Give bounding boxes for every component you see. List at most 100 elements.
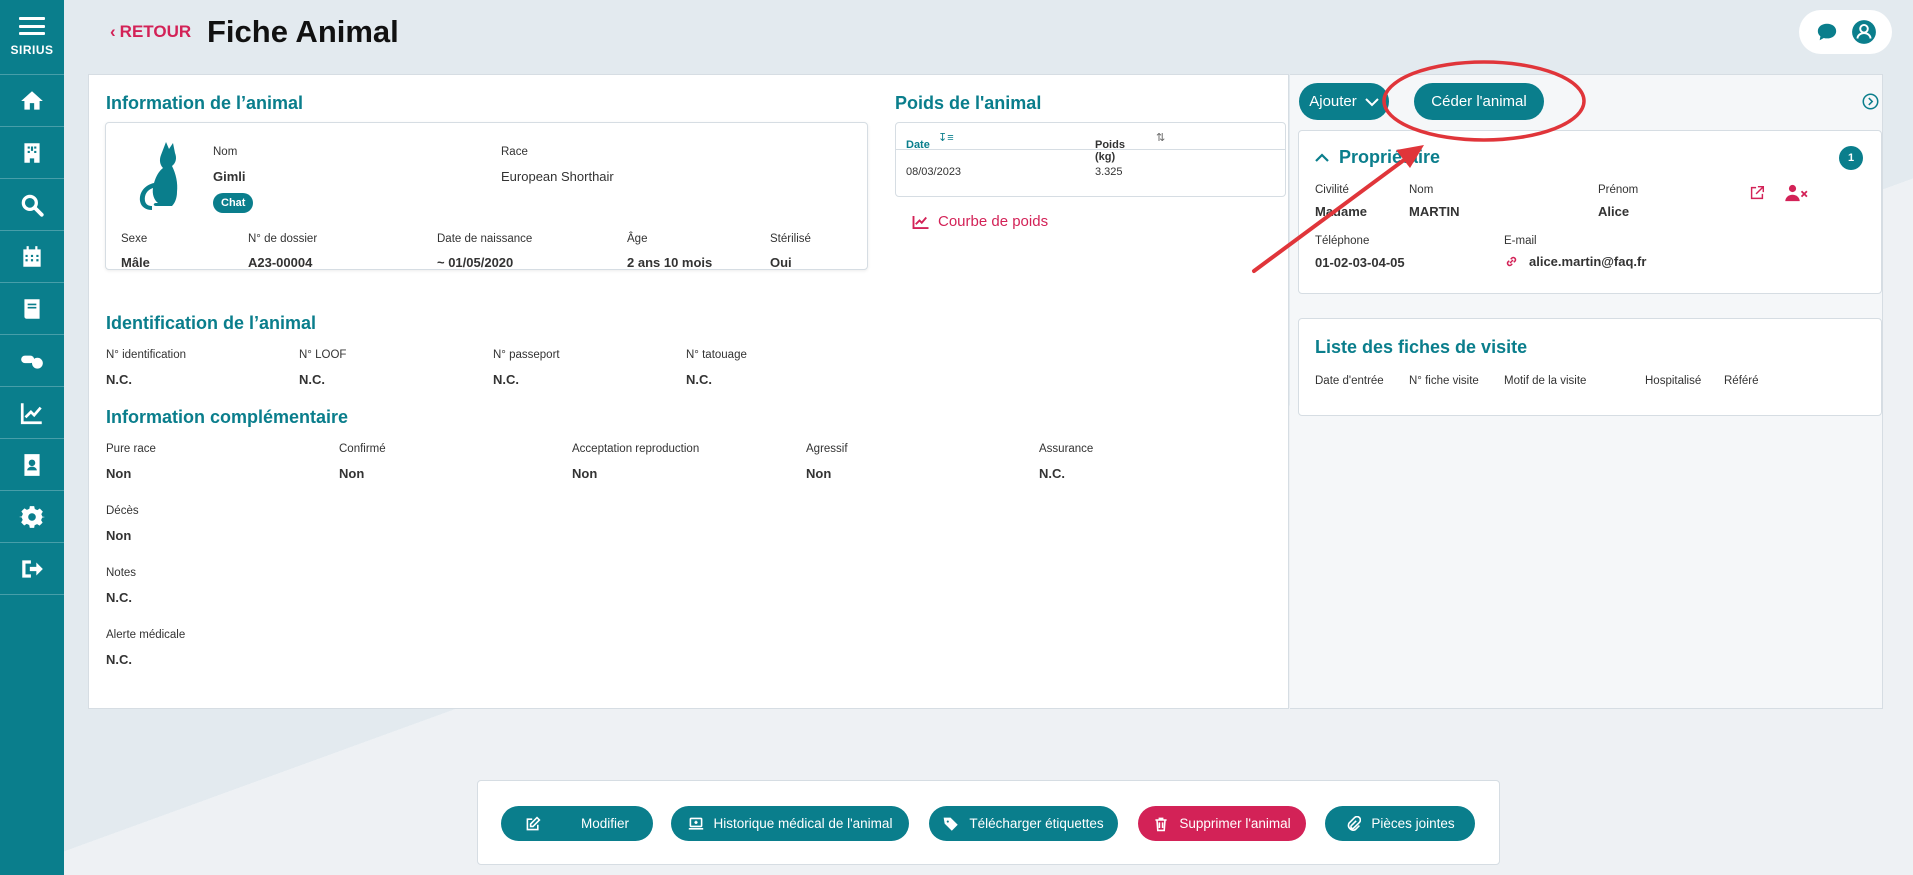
etiquettes-button[interactable]: Télécharger étiquettes xyxy=(929,806,1118,841)
prenom-value: Alice xyxy=(1598,204,1630,219)
naissance-value: ~ 01/05/2020 xyxy=(437,255,514,270)
visits-card: Liste des fiches de visite Date d'entrée… xyxy=(1298,318,1882,416)
col-hospitalise[interactable]: Hospitalisé xyxy=(1645,375,1701,387)
supprimer-button[interactable]: Supprimer l'animal xyxy=(1138,806,1306,841)
sidebar-item-settings[interactable] xyxy=(0,491,64,543)
chat-bubble-icon[interactable] xyxy=(1813,18,1841,46)
pieces-jointes-button[interactable]: Pièces jointes xyxy=(1325,806,1475,841)
owner-card: Propriétaire Civilité Madame Nom MARTIN … xyxy=(1298,130,1882,294)
address-book-icon xyxy=(24,453,40,476)
sidebar-menu-toggle[interactable]: SIRIUS xyxy=(0,0,64,75)
col-motif[interactable]: Motif de la visite xyxy=(1504,375,1586,387)
assurance-value: N.C. xyxy=(1039,466,1065,481)
weight-table-header: Date ↧≡ Poids (kg) ⇅ xyxy=(896,123,1285,163)
sidebar-item-calendar[interactable] xyxy=(0,231,64,283)
email-link[interactable]: alice.martin@faq.fr xyxy=(1504,254,1646,269)
weight-curve-link[interactable]: Courbe de poids xyxy=(912,213,1048,230)
identification-title: Identification de l’animal xyxy=(106,313,317,333)
assurance-label: Assurance xyxy=(1039,443,1094,455)
sidebar-item-book[interactable] xyxy=(0,283,64,335)
book-icon xyxy=(24,298,40,319)
species-badge: Chat xyxy=(213,193,254,213)
sexe-value: Mâle xyxy=(121,255,150,270)
owner-title: Propriétaire xyxy=(1339,147,1441,167)
calendar-icon xyxy=(23,245,41,267)
visits-title: Liste des fiches de visite xyxy=(1315,337,1528,357)
search-icon xyxy=(21,194,44,217)
sort-icon[interactable]: ⇅ xyxy=(1156,131,1165,144)
owner-count-badge: 1 xyxy=(1839,146,1863,170)
chart-line-icon xyxy=(20,402,42,424)
trash-icon xyxy=(1155,817,1167,831)
civilite-value: Madame xyxy=(1315,204,1368,219)
animal-info-card: Nom Gimli Chat Race European Shorthair S… xyxy=(105,122,868,270)
back-link[interactable]: ‹ RETOUR xyxy=(110,22,191,42)
modifier-label: Modifier xyxy=(580,816,629,831)
sterilise-value: Oui xyxy=(770,255,792,270)
tags-icon xyxy=(943,817,959,831)
deces-value: Non xyxy=(106,528,132,543)
sidebar-item-home[interactable] xyxy=(0,75,64,127)
animal-details-panel: Information de l’animal Nom Gimli Chat R… xyxy=(88,74,1289,709)
col-numero-fiche[interactable]: N° fiche visite xyxy=(1409,375,1479,387)
link-icon xyxy=(1506,256,1517,267)
col-refere[interactable]: Référé xyxy=(1724,375,1759,387)
page-title: Fiche Animal xyxy=(207,14,399,49)
loof-label: N° LOOF xyxy=(299,349,347,361)
user-profile-icon[interactable] xyxy=(1850,18,1878,46)
sidebar-item-clinic[interactable] xyxy=(0,127,64,179)
sidebar-item-logout[interactable] xyxy=(0,543,64,595)
race-value: European Shorthair xyxy=(501,169,614,184)
nom-label: Nom xyxy=(213,146,238,158)
reproduction-value: Non xyxy=(572,466,598,481)
expand-panel-icon[interactable] xyxy=(1862,93,1879,115)
dossier-value: A23-00004 xyxy=(248,255,313,270)
chevron-up-icon xyxy=(1315,152,1329,162)
identification-label: N° identification xyxy=(106,349,187,361)
animal-info-title: Information de l’animal xyxy=(106,93,304,113)
email-label: E-mail xyxy=(1504,235,1537,247)
deces-label: Décès xyxy=(106,505,139,517)
confirme-value: Non xyxy=(339,466,365,481)
col-date-entree[interactable]: Date d'entrée xyxy=(1315,375,1384,387)
paperclip-icon xyxy=(1348,815,1362,831)
hamburger-icon[interactable] xyxy=(19,17,45,35)
tatouage-label: N° tatouage xyxy=(686,349,747,361)
passeport-value: N.C. xyxy=(493,372,519,387)
pure-race-value: Non xyxy=(106,466,132,481)
sidebar-item-search[interactable] xyxy=(0,179,64,231)
owner-nom-value: MARTIN xyxy=(1409,204,1460,219)
sidebar: SIRIUS xyxy=(0,0,64,875)
race-label: Race xyxy=(501,146,528,158)
loof-value: N.C. xyxy=(299,372,325,387)
remove-owner-icon[interactable] xyxy=(1785,184,1809,207)
complementaire-title: Information complémentaire xyxy=(106,407,349,427)
external-link-icon[interactable] xyxy=(1748,184,1766,207)
ceder-animal-button[interactable]: Céder l'animal xyxy=(1414,83,1544,120)
agressif-value: Non xyxy=(806,466,832,481)
sidebar-item-contacts[interactable] xyxy=(0,439,64,491)
laptop-medical-icon xyxy=(688,817,703,830)
nom-value: Gimli xyxy=(213,169,246,184)
modifier-button[interactable]: Modifier xyxy=(501,806,653,841)
notes-label: Notes xyxy=(106,567,137,579)
building-icon xyxy=(24,142,40,163)
home-icon xyxy=(21,90,43,110)
ajouter-dropdown-button[interactable]: Ajouter xyxy=(1299,83,1389,120)
sort-desc-icon[interactable]: ↧≡ xyxy=(938,131,954,144)
back-label: RETOUR xyxy=(119,22,192,41)
weight-date: 08/03/2023 xyxy=(906,166,962,178)
historique-button[interactable]: Historique médical de l'animal xyxy=(671,806,909,841)
ajouter-label: Ajouter xyxy=(1309,93,1357,110)
age-label: Âge xyxy=(627,233,648,245)
age-value: 2 ans 10 mois xyxy=(627,255,713,270)
agressif-label: Agressif xyxy=(806,443,848,455)
owner-collapse-toggle[interactable]: Propriétaire xyxy=(1315,147,1440,168)
prenom-label: Prénom xyxy=(1598,184,1639,196)
reproduction-label: Acceptation reproduction xyxy=(572,443,700,455)
gear-icon xyxy=(19,505,45,528)
sidebar-item-pharmacy[interactable] xyxy=(0,335,64,387)
pills-icon xyxy=(21,355,43,369)
sidebar-item-stats[interactable] xyxy=(0,387,64,439)
telephone-label: Téléphone xyxy=(1315,235,1370,247)
